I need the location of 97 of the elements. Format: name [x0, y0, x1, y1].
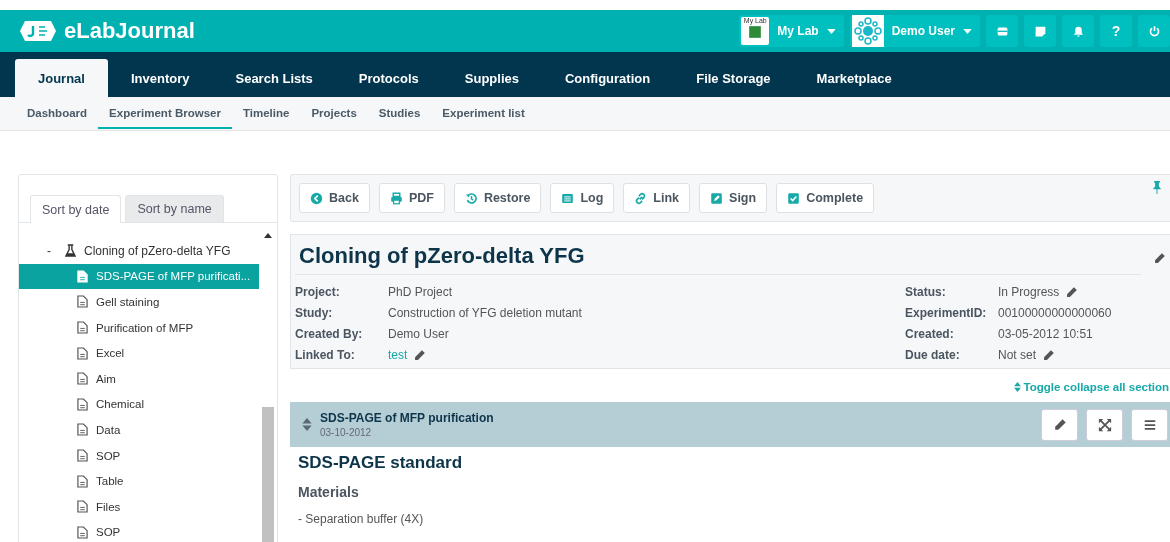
field-label: ExperimentID: [905, 306, 988, 320]
sort-tab[interactable]: Sort by name [125, 195, 224, 222]
scroll-up-icon[interactable] [264, 233, 272, 238]
store-icon [995, 24, 1009, 38]
sort-icon[interactable] [302, 418, 312, 431]
caret-icon [963, 28, 972, 34]
nav-tab[interactable]: File Storage [673, 59, 794, 97]
document-icon [77, 397, 88, 411]
back-icon [310, 191, 323, 205]
nav-tab[interactable]: Journal [15, 59, 108, 97]
document-icon [77, 449, 88, 463]
printer-icon [389, 191, 403, 205]
list-icon [561, 191, 575, 205]
note-icon [1033, 24, 1047, 38]
pencil-icon[interactable] [413, 348, 427, 362]
field-label: Status: [905, 285, 947, 299]
document-icon [77, 372, 88, 386]
tree-item[interactable]: Files [19, 493, 259, 520]
toolbar-button[interactable]: Back [299, 183, 370, 213]
tree-item[interactable]: Cloning of pZero-delta YFG [84, 243, 231, 258]
nav-tab[interactable]: Search Lists [212, 59, 336, 97]
field-label: Created: [905, 327, 955, 341]
document-icon [77, 295, 88, 309]
expand-icon [1097, 417, 1112, 432]
tree-item[interactable]: Chemical [19, 391, 259, 418]
subheading: Materials [298, 484, 360, 500]
tree-item[interactable]: Excel [19, 340, 259, 366]
section-date: 03-10-2012 [320, 427, 373, 438]
caret-icon [826, 28, 836, 34]
document-icon [77, 474, 88, 488]
document-icon [77, 500, 88, 514]
pencil-icon [1052, 417, 1067, 432]
edit-icon[interactable] [1153, 251, 1166, 265]
tree-item[interactable]: Data [19, 417, 259, 443]
toolbar-button[interactable]: Sign [699, 183, 768, 213]
toolbar-button[interactable]: Log [550, 183, 615, 213]
document-icon [77, 346, 88, 360]
field-label: Due date: [905, 348, 961, 362]
sub-tab[interactable]: Dashboard [16, 98, 99, 129]
sort-icon [1013, 382, 1021, 392]
app-title: eLabJournal [64, 18, 195, 44]
field-value: Construction of YFG deletion mutant [388, 306, 582, 320]
field-value: 03-05-2012 10:51 [998, 327, 1093, 341]
link-icon [634, 191, 648, 205]
tree-item[interactable]: Purification of MFP [19, 314, 259, 341]
nav-tab[interactable]: Configuration [541, 59, 674, 97]
toolbar-button[interactable]: Complete [776, 183, 875, 213]
nav-tab[interactable]: Marketplace [793, 59, 915, 97]
field-value: In Progress [998, 285, 1060, 299]
field-label: Linked To: [295, 348, 356, 362]
tree-item[interactable]: Aim [19, 365, 259, 392]
document-icon [77, 321, 88, 335]
field-value: Demo User [388, 327, 449, 341]
collapse-toggle[interactable]: - [47, 243, 57, 258]
checkbox-icon [787, 191, 801, 205]
pen-square-icon [710, 191, 724, 205]
toolbar-button[interactable]: PDF [378, 183, 445, 213]
section-heading: SDS-PAGE standard [298, 453, 464, 473]
edit-button[interactable] [1041, 408, 1078, 441]
field-value: 00100000000000060 [998, 306, 1112, 320]
field-value: PhD Project [388, 285, 453, 299]
expand-button[interactable] [1086, 408, 1123, 441]
menu-button[interactable] [1131, 408, 1168, 441]
tree-item[interactable]: SOP [19, 442, 259, 469]
pencil-icon[interactable] [1065, 285, 1079, 299]
toolbar-button[interactable]: Link [623, 183, 691, 213]
sub-tab[interactable]: Timeline [231, 98, 301, 129]
sub-tab[interactable]: Studies [367, 98, 432, 129]
bell-icon [1071, 24, 1085, 38]
document-icon [77, 269, 88, 283]
field-value: Not set [998, 348, 1036, 362]
tree-item[interactable]: SOP [19, 519, 259, 542]
tree-item[interactable]: Gell staining [19, 289, 259, 315]
sub-tab[interactable]: Experiment Browser [98, 98, 232, 129]
document-icon [77, 525, 88, 539]
field-label: Project: [295, 285, 341, 299]
section-title: SDS-PAGE of MFP purification [320, 411, 494, 425]
nav-tab[interactable]: Supplies [441, 59, 542, 97]
list-item: - Separation buffer (4X) [298, 512, 425, 526]
nav-tab[interactable]: Inventory [107, 59, 213, 97]
experiment-title: Cloning of pZero-delta YFG [295, 241, 1141, 275]
power-icon [1147, 24, 1161, 38]
flask-icon [65, 244, 76, 258]
nav-tab[interactable]: Protocols [335, 59, 442, 97]
document-icon [77, 423, 88, 437]
menu-icon [1142, 417, 1157, 432]
field-label: Study: [295, 306, 334, 320]
tree-item[interactable]: Table [19, 468, 259, 494]
avatar-icon [851, 15, 884, 47]
history-icon [464, 191, 478, 205]
toolbar-button[interactable]: Restore [453, 183, 542, 213]
sub-tab[interactable]: Experiment list [431, 98, 536, 129]
sort-tab[interactable]: Sort by date [30, 195, 122, 223]
pencil-icon[interactable] [1042, 348, 1055, 362]
field-label: Created By: [295, 327, 364, 341]
logo-icon [20, 21, 56, 41]
sub-tab[interactable]: Projects [300, 98, 368, 129]
